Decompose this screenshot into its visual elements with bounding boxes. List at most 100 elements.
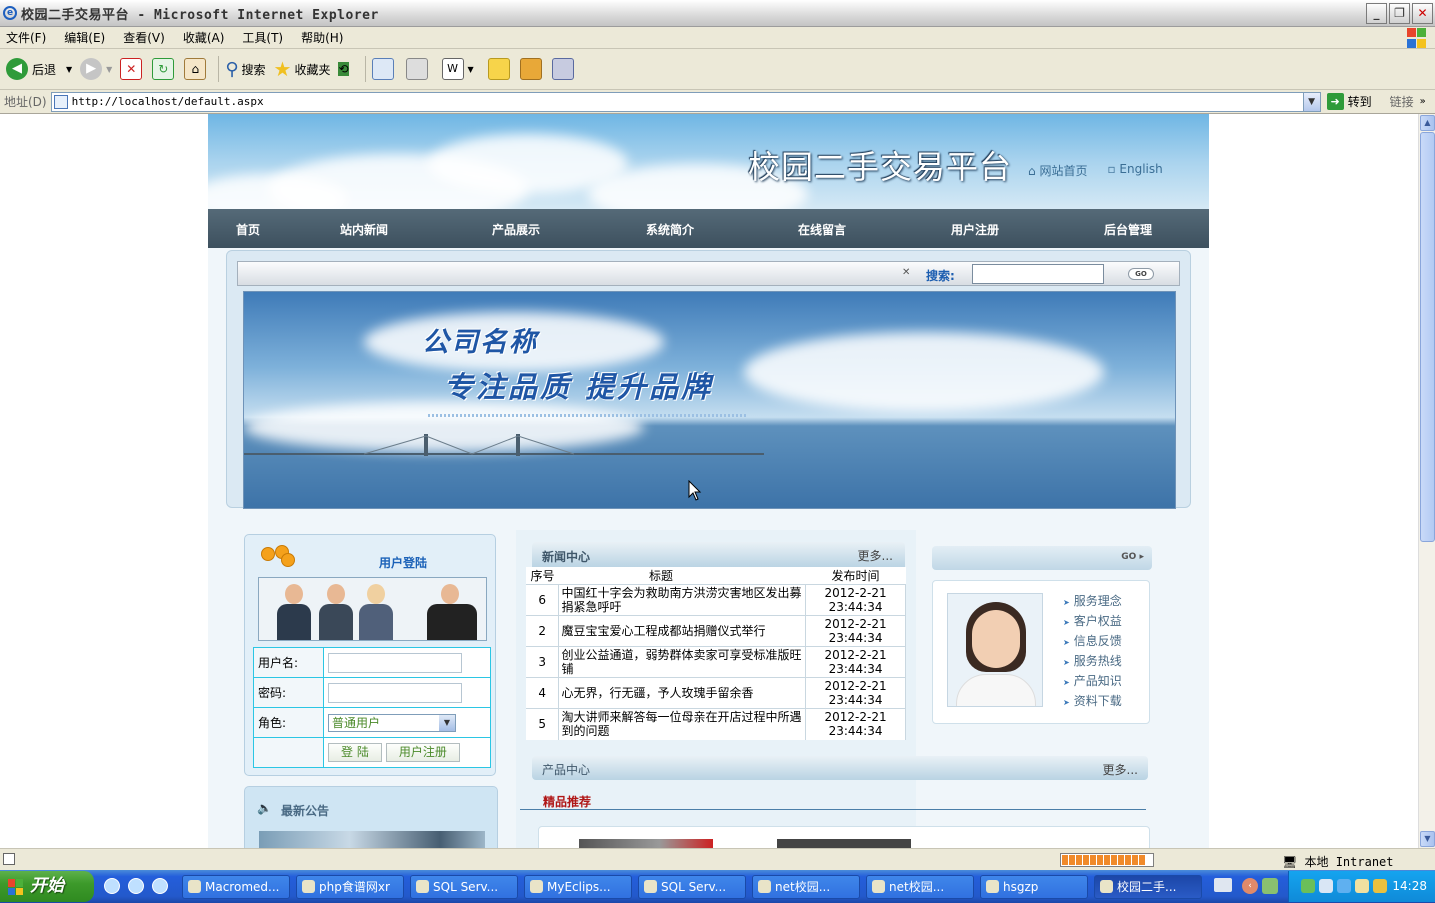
back-dropdown-icon[interactable]: ▼	[66, 65, 72, 74]
back-button[interactable]: ◀ 后退 ▼	[6, 58, 72, 80]
service-panel: 服务理念 客户权益 信息反馈 服务热线 产品知识 资料下载	[932, 580, 1150, 724]
nav-admin[interactable]: 后台管理	[1104, 221, 1152, 238]
nav-home[interactable]: 首页	[236, 221, 260, 238]
tray-update-icon[interactable]	[1373, 879, 1387, 893]
scroll-thumb[interactable]	[1420, 132, 1435, 542]
featured-divider	[520, 809, 1146, 810]
note-icon[interactable]	[487, 58, 510, 80]
home-page-link[interactable]: ⌂ 网站首页	[1028, 162, 1087, 179]
login-button[interactable]: 登 陆	[328, 743, 382, 762]
product-thumb[interactable]	[777, 839, 911, 848]
forward-dropdown-icon[interactable]: ▼	[106, 65, 112, 74]
go-button[interactable]: ➜ 转到	[1326, 93, 1372, 110]
media-quicklaunch-icon[interactable]	[152, 878, 168, 894]
nav-news[interactable]: 站内新闻	[340, 221, 388, 238]
password-input[interactable]	[328, 682, 462, 703]
refresh-icon[interactable]: ↻	[152, 58, 175, 80]
news-title-link[interactable]: 淘大讲师来解答每一位母亲在开店过程中所遇到的问题	[558, 708, 807, 740]
task-net-campus-2[interactable]: net校园...	[866, 875, 974, 899]
news-no: 5	[526, 708, 560, 740]
maximize-button[interactable]: ❐	[1389, 3, 1410, 24]
scroll-up-icon[interactable]: ▲	[1420, 115, 1435, 131]
print-icon[interactable]	[405, 58, 428, 80]
product-thumb[interactable]	[579, 839, 713, 848]
mail-icon[interactable]	[371, 58, 394, 80]
tray-shield-icon[interactable]	[1355, 879, 1369, 893]
site-search-input[interactable]	[972, 264, 1104, 284]
task-macromedia[interactable]: Macromed...	[182, 875, 290, 899]
minimize-button[interactable]: _	[1366, 3, 1387, 24]
news-date-time: 23:44:34	[828, 724, 883, 739]
task-sql-server-1[interactable]: SQL Serv...	[410, 875, 518, 899]
nav-register[interactable]: 用户注册	[951, 221, 999, 238]
menu-file[interactable]: 文件(F)	[6, 29, 46, 46]
tray-app-icon[interactable]	[1262, 878, 1278, 894]
service-link[interactable]: 资料下载	[1063, 691, 1122, 711]
edit-dropdown-icon[interactable]: ▼	[468, 65, 474, 74]
ie-quicklaunch-icon[interactable]	[104, 878, 120, 894]
service-link[interactable]: 客户权益	[1063, 611, 1122, 631]
task-sql-server-2[interactable]: SQL Serv...	[638, 875, 746, 899]
news-more-link[interactable]: 更多...	[858, 547, 893, 564]
task-campus-market[interactable]: 校园二手...	[1094, 875, 1202, 899]
service-go-button[interactable]: GO ▸	[1121, 552, 1144, 562]
favorites-button[interactable]: ★ 收藏夹	[274, 57, 331, 81]
scroll-down-icon[interactable]: ▼	[1420, 831, 1435, 847]
address-url[interactable]: http://localhost/default.aspx	[72, 95, 264, 108]
col-title: 标题	[558, 567, 806, 585]
tray-volume-icon[interactable]	[1337, 879, 1351, 893]
menu-help[interactable]: 帮助(H)	[301, 29, 343, 46]
username-input[interactable]	[328, 652, 462, 673]
nav-about[interactable]: 系统简介	[646, 221, 694, 238]
service-link[interactable]: 信息反馈	[1063, 631, 1122, 651]
nav-guestbook[interactable]: 在线留言	[798, 221, 846, 238]
task-net-campus-1[interactable]: net校园...	[752, 875, 860, 899]
register-button[interactable]: 用户注册	[385, 743, 460, 762]
tray-collapse-icon[interactable]: ‹	[1242, 878, 1258, 894]
task-myeclipse[interactable]: MyEclips...	[524, 875, 632, 899]
menu-view[interactable]: 查看(V)	[123, 29, 165, 46]
service-link[interactable]: 服务理念	[1063, 591, 1122, 611]
close-button[interactable]: ✕	[1412, 3, 1433, 24]
links-button[interactable]: 链接	[1390, 93, 1414, 110]
service-link[interactable]: 服务热线	[1063, 651, 1122, 671]
links-chevron-icon[interactable]: »	[1420, 96, 1426, 107]
task-hsgzp[interactable]: hsgzp	[980, 875, 1088, 899]
menu-edit[interactable]: 编辑(E)	[64, 29, 105, 46]
banner-slogan: 专注品质 提升品牌	[444, 370, 714, 404]
news-title-link[interactable]: 创业公益通道，弱势群体卖家可享受标准版旺铺	[558, 646, 807, 678]
vertical-scrollbar[interactable]: ▲ ▼	[1418, 114, 1435, 848]
news-date-day: 2012-2-21	[824, 586, 887, 600]
menu-favorites[interactable]: 收藏(A)	[183, 29, 225, 46]
customer-service-photo	[947, 593, 1043, 707]
home-icon[interactable]: ⌂	[184, 58, 207, 80]
stop-icon[interactable]: ✕	[120, 58, 143, 80]
keyboard-icon[interactable]	[1214, 878, 1232, 892]
tray-monitor-icon[interactable]	[1319, 879, 1333, 893]
search-button[interactable]: ⚲ 搜索	[225, 59, 265, 80]
edit-word-icon[interactable]: W	[441, 58, 464, 80]
forward-button[interactable]: ▶ ▼	[80, 58, 112, 80]
service-link[interactable]: 产品知识	[1063, 671, 1122, 691]
news-title-link[interactable]: 心无界，行无疆，予人玫瑰手留余香	[558, 677, 807, 709]
start-label: 开始	[30, 876, 64, 896]
page-viewport: 校园二手交易平台 ⌂ 网站首页 ▫ English 首页 站内新闻 产品展示 系…	[0, 114, 1418, 848]
news-title-link[interactable]: 魔豆宝宝爱心工程成都站捐赠仪式举行	[558, 615, 807, 647]
news-title-link[interactable]: 中国红十字会为救助南方洪涝灾害地区发出募捐紧急呼吁	[558, 584, 807, 616]
start-button[interactable]: 开始	[0, 871, 94, 902]
outlook-quicklaunch-icon[interactable]	[128, 878, 144, 894]
research-icon[interactable]	[519, 58, 542, 80]
menu-tools[interactable]: 工具(T)	[242, 29, 283, 46]
address-input[interactable]: http://localhost/default.aspx ▼	[50, 91, 1321, 112]
role-select[interactable]: 普通用户 ▼	[328, 713, 456, 732]
address-dropdown-icon[interactable]: ▼	[1302, 92, 1320, 111]
task-php-recipes[interactable]: php食谱网xr	[296, 875, 404, 899]
role-value: 普通用户	[332, 715, 381, 730]
history-icon[interactable]: ⟲	[338, 62, 349, 76]
site-search-go-button[interactable]: GO	[1128, 268, 1154, 280]
english-link[interactable]: ▫ English	[1107, 162, 1162, 179]
nav-products[interactable]: 产品展示	[492, 221, 540, 238]
messenger-icon[interactable]	[551, 58, 574, 80]
tray-network-icon[interactable]	[1301, 879, 1315, 893]
products-more-link[interactable]: 更多...	[1103, 761, 1138, 778]
